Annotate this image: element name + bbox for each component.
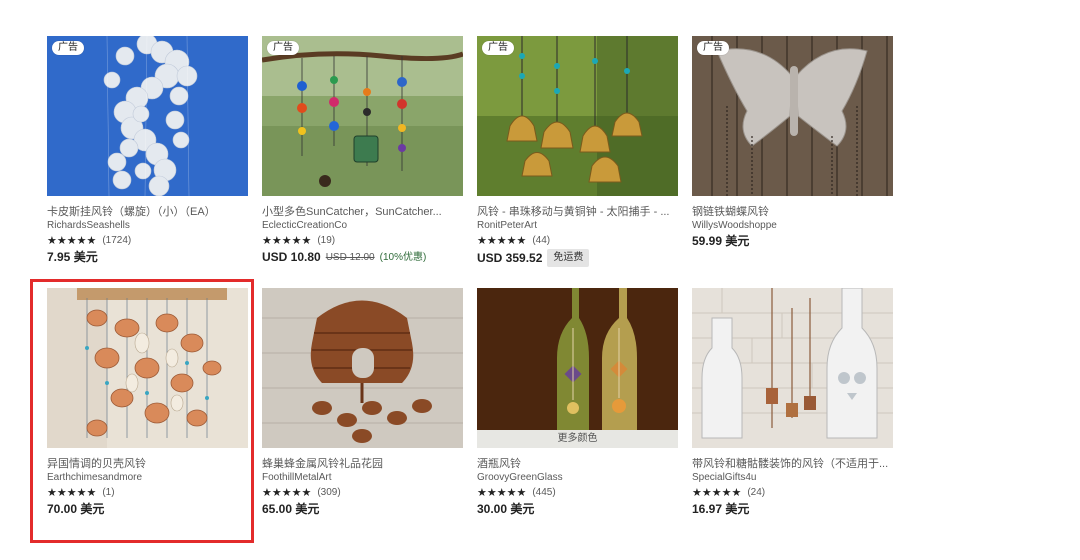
search-results-page: 广告 卡皮斯挂风铃（螺旋）（小）（EA） RichardsSeashells ★…	[0, 0, 1080, 560]
listing-image[interactable]: 更多颜色	[477, 288, 678, 448]
price: 59.99 美元	[692, 234, 750, 248]
price: 7.95 美元	[47, 250, 98, 264]
listing-card[interactable]: 广告 卡皮斯挂风铃（螺旋）（小）（EA） RichardsSeashells ★…	[47, 36, 248, 288]
listing-card[interactable]: 更多颜色 酒瓶风铃 GroovyGreenGlass ★★★★★ (445) 3…	[477, 288, 678, 540]
rating: ★★★★★ (44)	[477, 233, 678, 249]
listing-image[interactable]: 广告	[262, 36, 463, 196]
review-count: (1724)	[102, 235, 132, 246]
price-row: 16.97 美元	[692, 501, 893, 518]
listing-title[interactable]: 异国情调的贝壳风铃	[47, 457, 248, 471]
price-row: 70.00 美元	[47, 501, 248, 518]
shop-name: EclecticCreationCo	[262, 220, 348, 231]
shop-name: Earthchimesandmore	[47, 472, 143, 483]
listing-image[interactable]	[692, 288, 893, 448]
rating: ★★★★★ (1724)	[47, 233, 248, 249]
listing-title[interactable]: 酒瓶风铃	[477, 457, 678, 471]
price-row: 7.95 美元	[47, 249, 248, 266]
star-rating-icon: ★★★★★	[692, 487, 742, 499]
star-rating-icon: ★★★★★	[477, 487, 527, 499]
star-rating-icon: ★★★★★	[477, 235, 527, 247]
suncatcher-icon	[262, 36, 463, 196]
rating: ★★★★★ (24)	[692, 485, 893, 501]
shop-name: WillysWoodshoppe	[692, 220, 777, 231]
ad-badge: 广告	[267, 41, 299, 55]
beehive-icon	[262, 288, 463, 448]
listing-title[interactable]: 小型多色SunCatcher，SunCatcher...	[262, 205, 463, 219]
review-count: (19)	[317, 235, 336, 246]
price: 30.00 美元	[477, 502, 535, 516]
rating: ★★★★★ (445)	[477, 485, 678, 501]
price-row: USD 10.80 USD 12.00 (10%优惠)	[262, 249, 463, 266]
seashell-icon	[47, 288, 248, 448]
listing-card[interactable]: 蜂巢蜂金属风铃礼品花园 FoothillMetalArt ★★★★★ (309)…	[262, 288, 463, 540]
rating: ★★★★★ (309)	[262, 485, 463, 501]
shop-name: FoothillMetalArt	[262, 472, 332, 483]
rating: ★★★★★ (19)	[262, 233, 463, 249]
listing-image[interactable]: 广告	[477, 36, 678, 196]
review-count: (309)	[317, 487, 341, 498]
shop-name: GroovyGreenGlass	[477, 472, 563, 483]
butterfly-icon	[692, 36, 893, 196]
sugar-skull-bottle-icon	[692, 288, 893, 448]
brass-bells-icon	[477, 36, 678, 196]
review-count: (445)	[532, 487, 556, 498]
price: 70.00 美元	[47, 502, 105, 516]
listing-card[interactable]: 广告 风铃 - 串珠移动与黄铜钟 - 太阳捕手 - ... RonitPeter…	[477, 36, 678, 288]
listing-card[interactable]: 带风铃和糖骷髅装饰的风铃（不适用于... SpecialGifts4u ★★★★…	[692, 288, 893, 540]
listing-image[interactable]: 广告	[47, 36, 248, 196]
price: 65.00 美元	[262, 502, 320, 516]
price: 16.97 美元	[692, 502, 750, 516]
free-shipping-badge: 免运费	[547, 249, 590, 267]
more-colors-badge[interactable]: 更多颜色	[477, 430, 678, 448]
price-row: 65.00 美元	[262, 501, 463, 518]
shop-name: RichardsSeashells	[47, 220, 130, 231]
ad-badge: 广告	[482, 41, 514, 55]
rating: ★★★★★ (1)	[47, 485, 248, 501]
listing-card[interactable]: 广告 钢链铁蝴蝶风铃 WillysWoodshoppe 59.99 美元	[692, 36, 893, 288]
listing-title[interactable]: 蜂巢蜂金属风铃礼品花园	[262, 457, 463, 471]
listing-card[interactable]: 广告 小型多色SunCatcher，SunCatcher... Eclectic…	[262, 36, 463, 288]
price: USD 10.80	[262, 250, 321, 264]
price-row: 59.99 美元	[692, 233, 893, 250]
star-rating-icon: ★★★★★	[262, 235, 312, 247]
capiz-shell-icon	[47, 36, 248, 196]
listing-image[interactable]	[262, 288, 463, 448]
ad-badge: 广告	[697, 41, 729, 55]
star-rating-icon: ★★★★★	[262, 487, 312, 499]
star-rating-icon: ★★★★★	[47, 487, 97, 499]
listing-title[interactable]: 卡皮斯挂风铃（螺旋）（小）（EA）	[47, 205, 248, 219]
listing-image[interactable]: 广告	[692, 36, 893, 196]
discount: (10%优惠)	[379, 252, 427, 263]
shop-name: RonitPeterArt	[477, 220, 538, 231]
original-price: USD 12.00	[325, 252, 375, 263]
ad-badge: 广告	[52, 41, 84, 55]
listing-card[interactable]: 异国情调的贝壳风铃 Earthchimesandmore ★★★★★ (1) 7…	[47, 288, 248, 540]
review-count: (1)	[102, 487, 115, 498]
listing-title[interactable]: 风铃 - 串珠移动与黄铜钟 - 太阳捕手 - ...	[477, 205, 678, 219]
price-row: USD 359.52 免运费	[477, 249, 678, 267]
wine-bottle-icon	[477, 288, 678, 448]
review-count: (44)	[532, 235, 551, 246]
shop-name: SpecialGifts4u	[692, 472, 757, 483]
star-rating-icon: ★★★★★	[47, 235, 97, 247]
listing-grid: 广告 卡皮斯挂风铃（螺旋）（小）（EA） RichardsSeashells ★…	[47, 36, 897, 540]
price: USD 359.52	[477, 250, 543, 265]
listing-title[interactable]: 钢链铁蝴蝶风铃	[692, 205, 893, 219]
price-row: 30.00 美元	[477, 501, 678, 518]
review-count: (24)	[747, 487, 766, 498]
listing-title[interactable]: 带风铃和糖骷髅装饰的风铃（不适用于...	[692, 457, 893, 471]
listing-image[interactable]	[47, 288, 248, 448]
